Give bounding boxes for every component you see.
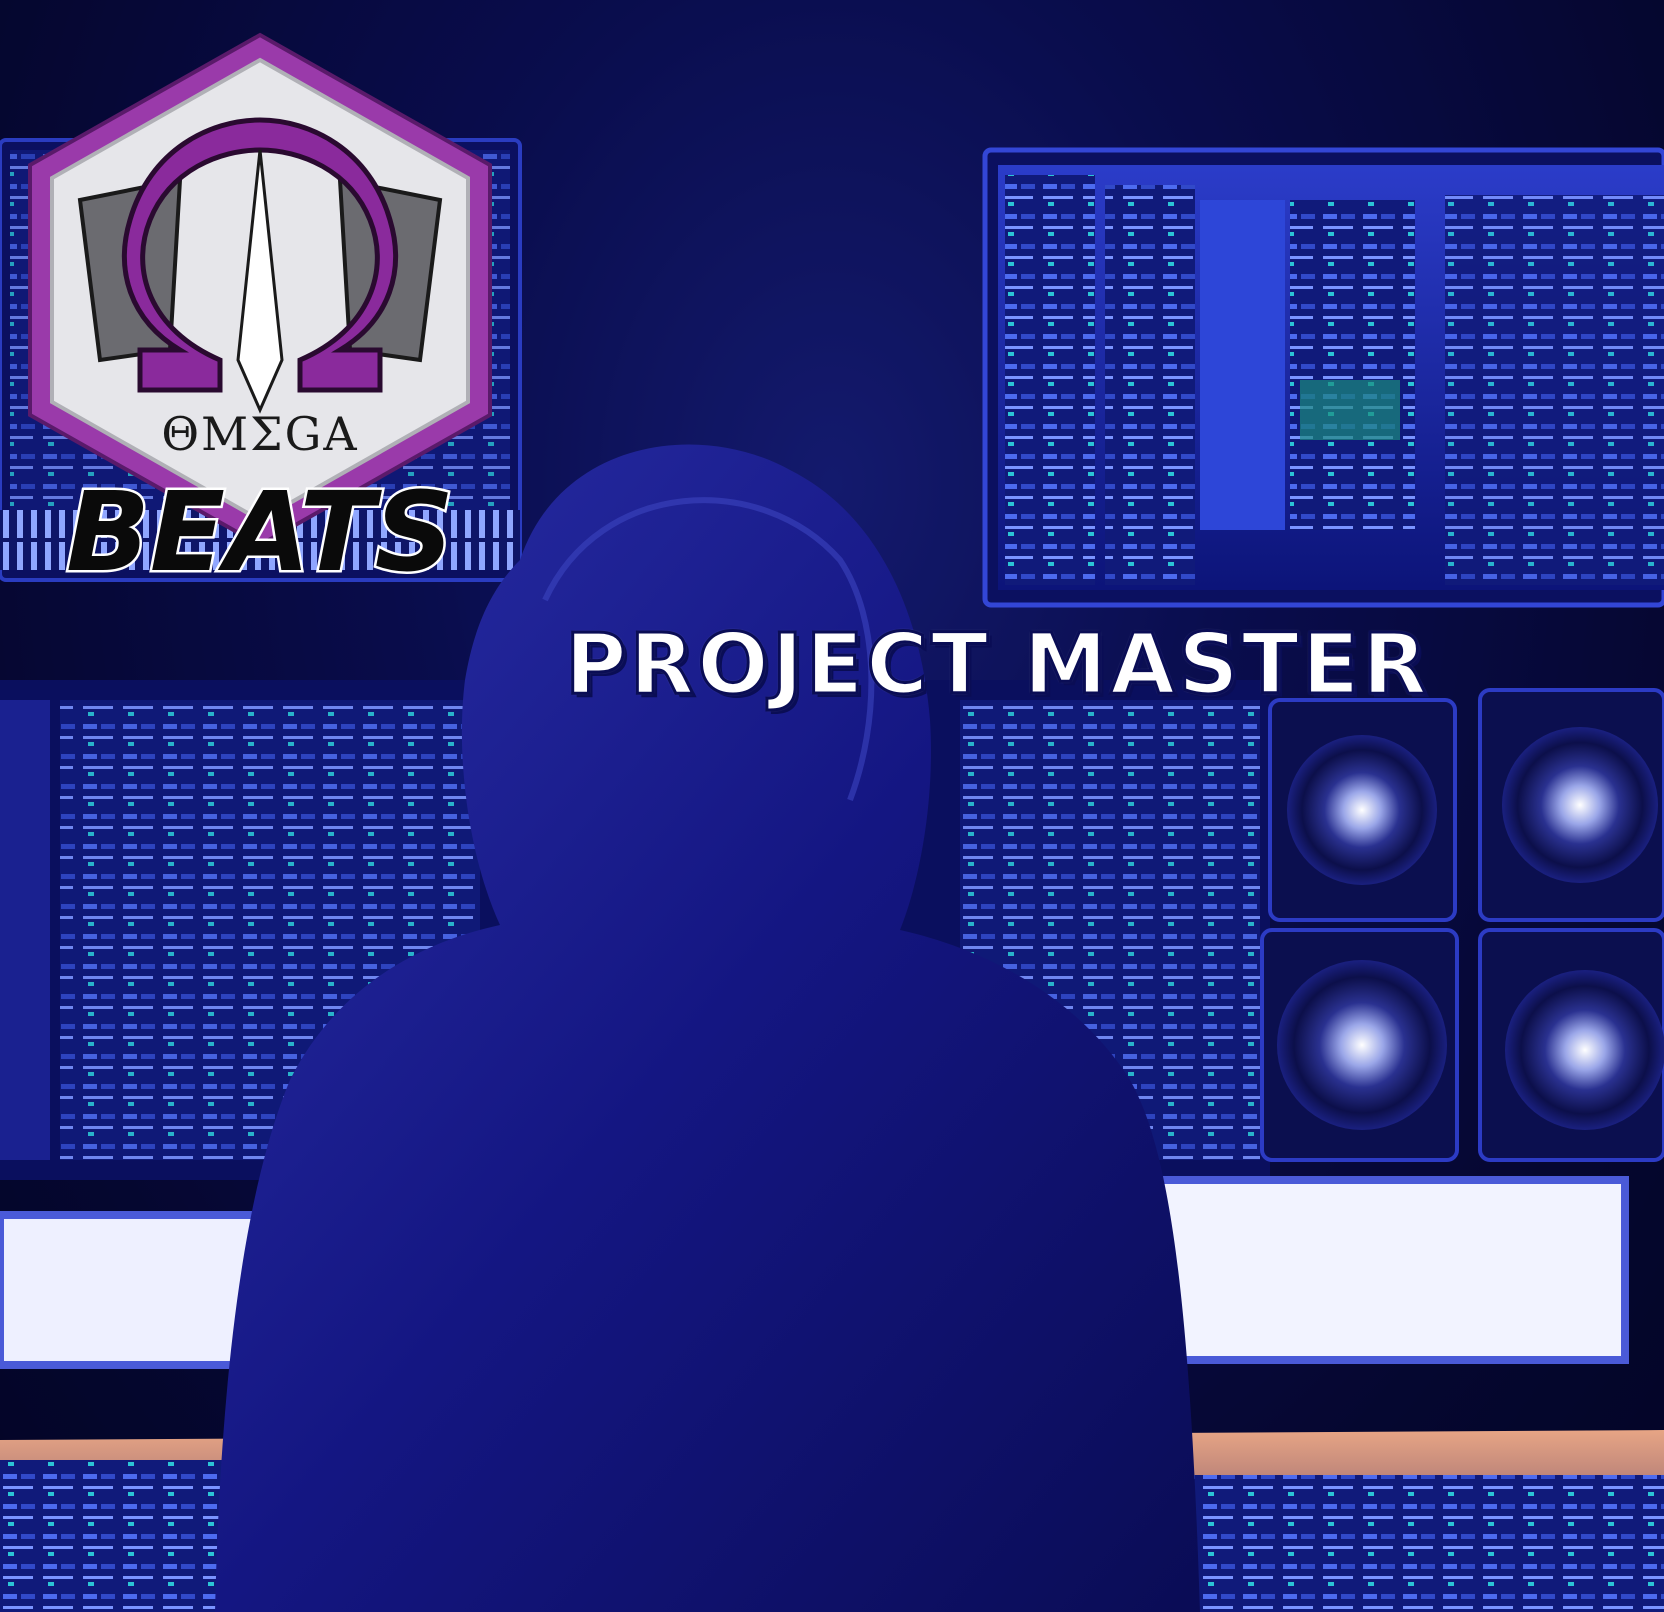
logo-brand-text: ΘMΣGA (161, 407, 358, 461)
album-cover: ΘMΣGA BEATS PROJECT MASTER (0, 0, 1664, 1612)
omega-beats-logo: ΘMΣGA BEATS (28, 32, 492, 599)
cover-title: PROJECT MASTER (564, 614, 1430, 715)
logo-sub-text: BEATS (66, 468, 454, 596)
